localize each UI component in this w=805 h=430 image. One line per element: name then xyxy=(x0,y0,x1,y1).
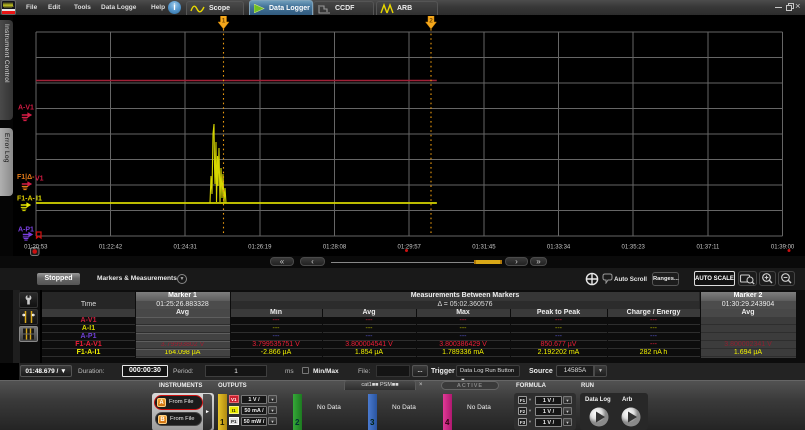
svg-text:01:37:11: 01:37:11 xyxy=(696,245,720,251)
svg-text:F1-A-: F1-A- xyxy=(17,196,36,203)
svg-text:F1|Δ-: F1|Δ- xyxy=(17,174,35,181)
svg-text:01:29:57: 01:29:57 xyxy=(398,245,422,251)
svg-text:01:22:42: 01:22:42 xyxy=(99,245,123,251)
svg-text:A-V1: A-V1 xyxy=(18,105,34,112)
svg-text:1: 1 xyxy=(222,18,226,25)
svg-text:01:35:23: 01:35:23 xyxy=(622,245,646,251)
svg-text:01:31:45: 01:31:45 xyxy=(472,245,496,251)
svg-text:01:28:08: 01:28:08 xyxy=(323,245,347,251)
svg-text:01:39:00: 01:39:00 xyxy=(771,245,795,251)
svg-text:V1: V1 xyxy=(35,176,44,183)
svg-text:I1: I1 xyxy=(36,196,42,203)
svg-text:A-P1: A-P1 xyxy=(18,227,34,234)
svg-text:01:26:19: 01:26:19 xyxy=(248,245,272,251)
svg-text:2: 2 xyxy=(429,18,433,25)
svg-text:01:20:53: 01:20:53 xyxy=(24,245,48,251)
svg-text:01:33:34: 01:33:34 xyxy=(547,245,571,251)
svg-text:01:24:31: 01:24:31 xyxy=(174,245,198,251)
